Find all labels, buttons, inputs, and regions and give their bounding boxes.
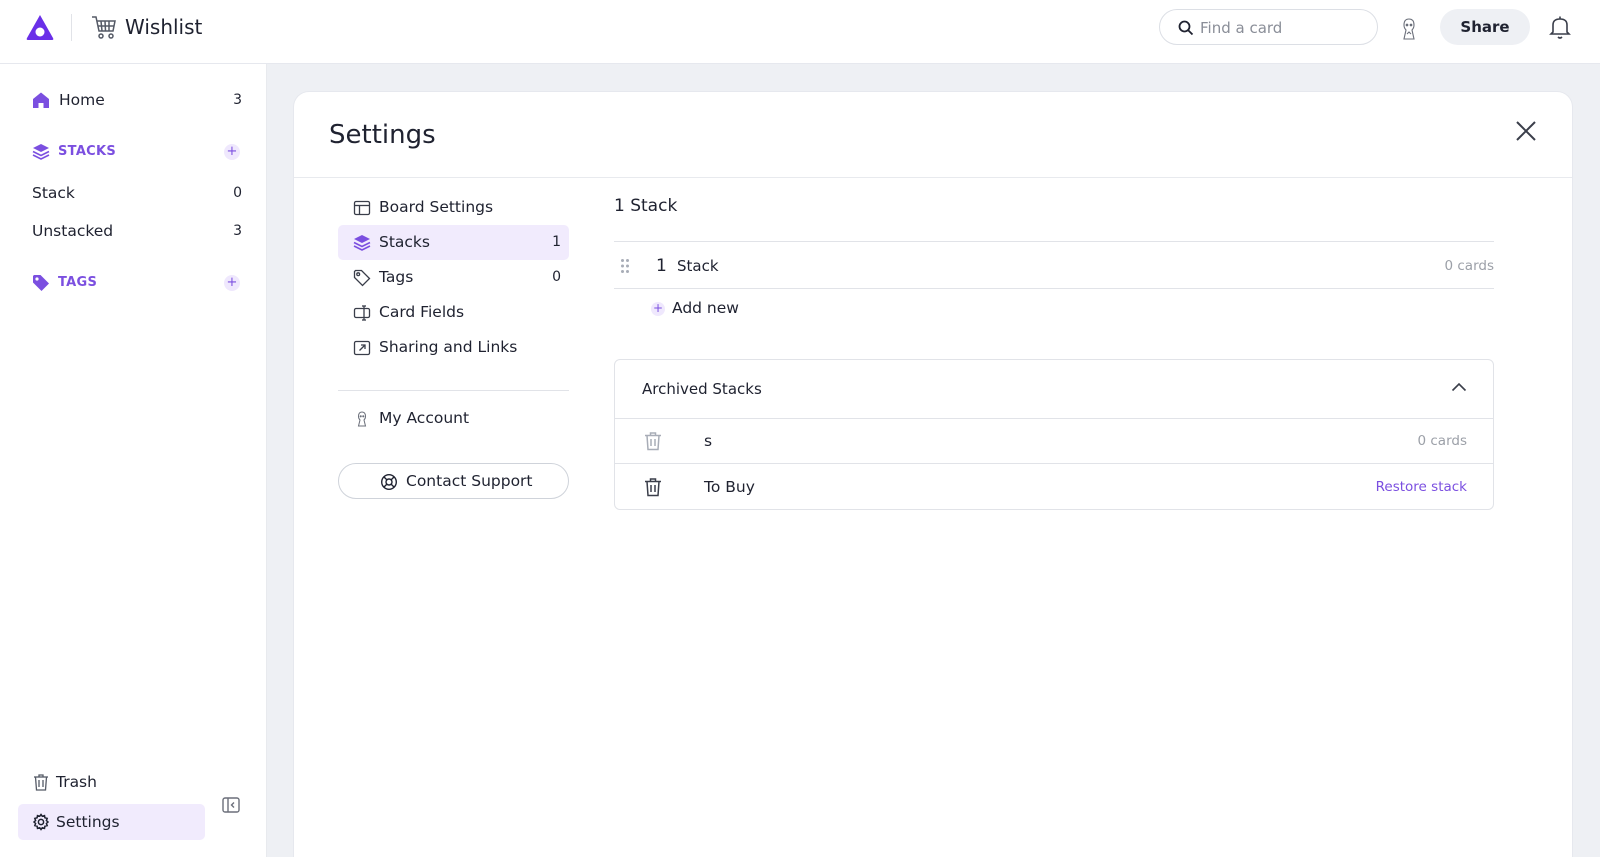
drag-handle-icon[interactable] xyxy=(620,258,630,274)
trash-icon xyxy=(34,774,48,791)
sidebar-item-label: Settings xyxy=(56,813,120,831)
share-button[interactable]: Share xyxy=(1440,9,1530,45)
sidebar-section-label: STACKS xyxy=(58,144,117,159)
archived-stacks-panel: Archived Stacks s 0 cards To Buy Restore… xyxy=(614,359,1494,510)
panel-title: Settings xyxy=(329,120,436,150)
sidebar-item-label: Home xyxy=(59,91,105,109)
notifications-bell-icon[interactable] xyxy=(1546,13,1574,41)
add-tag-button[interactable]: + xyxy=(224,275,240,291)
nav-label: Card Fields xyxy=(379,303,465,321)
add-new-label: Add new xyxy=(672,299,739,317)
stack-name[interactable]: Stack xyxy=(677,257,719,276)
divider xyxy=(294,177,1572,178)
divider xyxy=(614,241,1494,242)
close-icon[interactable] xyxy=(1513,118,1539,144)
lifebuoy-icon xyxy=(380,473,398,491)
button-label: Contact Support xyxy=(406,472,533,490)
board-title[interactable]: Wishlist xyxy=(125,14,202,40)
user-avatar-icon[interactable] xyxy=(1396,16,1422,42)
settings-nav-my-account[interactable]: My Account xyxy=(338,401,569,436)
archived-stack-card-count: 0 cards xyxy=(1417,433,1468,449)
stack-number: 1 xyxy=(656,256,667,276)
settings-nav-sharing[interactable]: Sharing and Links xyxy=(338,330,569,365)
sidebar-item-count: 3 xyxy=(233,92,242,108)
user-avatar-icon xyxy=(357,411,367,427)
nav-label: Tags xyxy=(379,268,414,286)
collapse-sidebar-icon[interactable] xyxy=(221,795,241,815)
app-logo-icon[interactable] xyxy=(25,13,55,41)
archived-stack-row: s 0 cards xyxy=(615,419,1493,464)
search-icon xyxy=(1178,20,1194,36)
sidebar-item-home[interactable]: Home 3 xyxy=(18,83,248,117)
topbar-divider xyxy=(71,14,72,41)
nav-count: 1 xyxy=(552,234,561,250)
sidebar-item-label: Stack xyxy=(32,184,75,202)
nav-divider xyxy=(338,390,569,391)
nav-label: Board Settings xyxy=(379,198,494,216)
contact-support-button[interactable]: Contact Support xyxy=(338,463,569,499)
sidebar-item-count: 0 xyxy=(233,185,242,201)
board-layout-icon xyxy=(353,200,371,216)
settings-panel: Settings Board Settings Stacks 1 Tags 0 xyxy=(293,91,1573,857)
sidebar-item-unstacked[interactable]: Unstacked 3 xyxy=(18,214,248,248)
stack-card-count: 0 cards xyxy=(1444,258,1495,274)
trash-icon[interactable] xyxy=(643,477,663,497)
sidebar-section-label: TAGS xyxy=(58,275,98,290)
plus-icon: + xyxy=(651,301,665,316)
archived-stack-name: To Buy xyxy=(704,478,755,496)
tag-icon xyxy=(33,275,49,291)
add-new-stack-button[interactable]: + Add new xyxy=(651,298,751,320)
settings-nav-tags[interactable]: Tags 0 xyxy=(338,260,569,295)
sidebar-item-settings[interactable]: Settings xyxy=(18,804,205,840)
archived-stack-row: To Buy Restore stack xyxy=(615,465,1493,510)
divider xyxy=(614,288,1494,289)
add-stack-button[interactable]: + xyxy=(224,144,240,160)
sidebar-section-stacks[interactable]: STACKS + xyxy=(18,137,248,167)
archived-stacks-header[interactable]: Archived Stacks xyxy=(615,360,1493,419)
chevron-up-icon[interactable] xyxy=(1451,382,1467,392)
search-input[interactable] xyxy=(1200,18,1360,38)
sidebar-item-count: 3 xyxy=(233,223,242,239)
settings-nav-card-fields[interactable]: Card Fields xyxy=(338,295,569,330)
nav-label: My Account xyxy=(379,409,470,427)
external-link-icon xyxy=(353,340,371,356)
tag-icon xyxy=(353,269,371,287)
stacks-count-title: 1 Stack xyxy=(614,196,678,216)
sidebar-item-trash[interactable]: Trash xyxy=(18,765,248,799)
nav-label: Stacks xyxy=(379,233,430,251)
sidebar-item-label: Trash xyxy=(56,773,97,791)
trash-icon[interactable] xyxy=(643,431,663,451)
sidebar-item-label: Unstacked xyxy=(32,222,114,240)
settings-nav-stacks[interactable]: Stacks 1 xyxy=(338,225,569,260)
cart-icon xyxy=(92,16,116,39)
gear-icon xyxy=(32,813,50,831)
restore-stack-link[interactable]: Restore stack xyxy=(1376,479,1467,495)
nav-label: Sharing and Links xyxy=(379,338,518,356)
stacks-icon xyxy=(32,144,50,160)
top-bar: Wishlist Share xyxy=(0,0,1600,64)
sidebar-item-stack[interactable]: Stack 0 xyxy=(18,176,248,210)
home-icon xyxy=(33,92,49,108)
nav-count: 0 xyxy=(552,269,561,285)
stack-row[interactable]: 1 Stack 0 cards xyxy=(614,243,1494,289)
search-box[interactable] xyxy=(1159,9,1378,45)
sidebar: Home 3 STACKS + Stack 0 Unstacked 3 TAGS… xyxy=(0,64,267,857)
sidebar-section-tags[interactable]: TAGS + xyxy=(18,268,248,298)
archived-stacks-title: Archived Stacks xyxy=(642,380,762,398)
stacks-icon xyxy=(353,235,371,251)
archived-stack-name: s xyxy=(704,432,713,450)
settings-nav-board-settings[interactable]: Board Settings xyxy=(338,190,569,225)
card-fields-icon xyxy=(353,305,371,321)
